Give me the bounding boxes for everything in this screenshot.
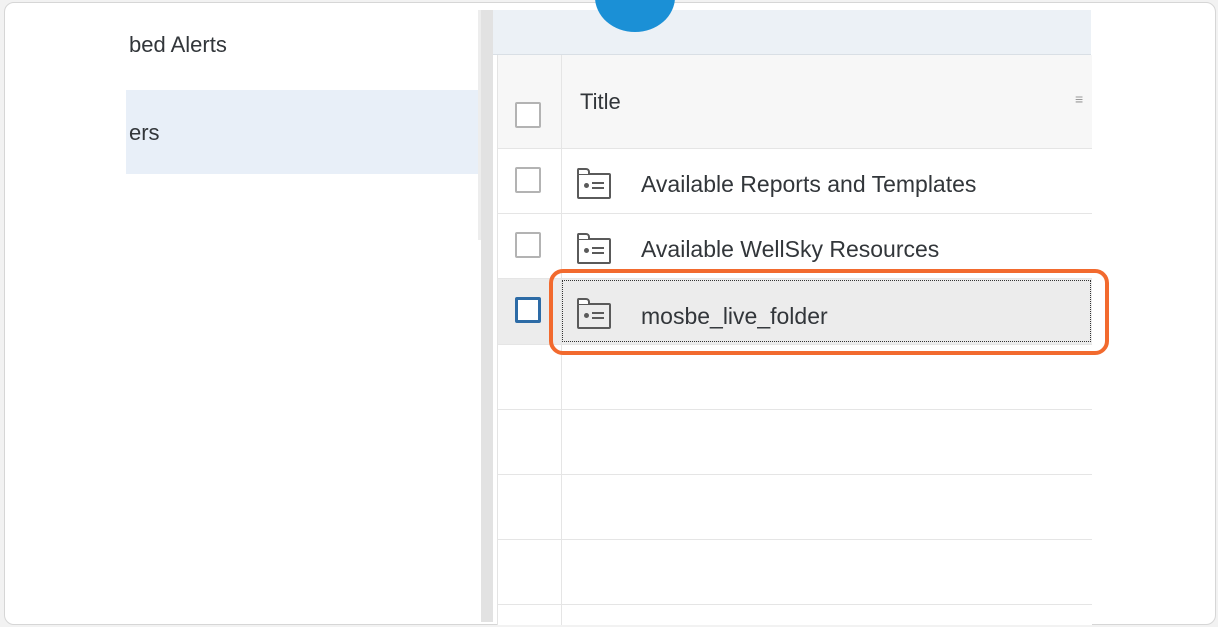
row-checkbox[interactable] <box>515 232 541 258</box>
folder-icon <box>577 233 611 264</box>
folder-icon <box>577 168 611 199</box>
pane-splitter[interactable] <box>481 10 493 622</box>
row-title[interactable]: Available Reports and Templates <box>641 171 976 198</box>
table-header-row: Title ≡ <box>498 55 1092 149</box>
content-header <box>493 10 1091 55</box>
table-row[interactable]: Available Reports and Templates <box>498 149 1092 214</box>
step-highlight <box>549 269 1109 355</box>
empty-row <box>498 475 1092 540</box>
column-header-title[interactable]: Title <box>580 89 621 115</box>
clip-mask <box>1091 0 1218 627</box>
sidebar-item-subscribed-alerts[interactable]: bed Alerts <box>126 16 481 76</box>
empty-row <box>498 410 1092 475</box>
row-title[interactable]: Available WellSky Resources <box>641 236 939 263</box>
select-all-checkbox[interactable] <box>515 102 541 128</box>
row-checkbox[interactable] <box>515 167 541 193</box>
row-checkbox[interactable] <box>515 297 541 323</box>
sort-icon[interactable]: ≡ <box>1075 92 1089 106</box>
empty-row <box>498 540 1092 605</box>
sidebar-item-folders[interactable]: ers <box>126 90 481 174</box>
